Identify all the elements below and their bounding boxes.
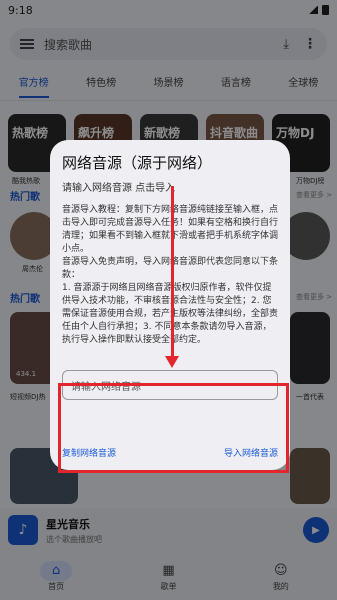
dialog-paragraph: 1. 音源源于网络且网络音源版权归原作者，软件仅提供导入技术功能，不审核音源合法… xyxy=(62,283,279,345)
dialog-paragraph: 音源导入免责声明，导入网络音源即代表您同意以下条款： xyxy=(62,257,279,280)
dialog-title: 网络音源（源于网络） xyxy=(62,154,213,172)
annotation-highlight-box xyxy=(58,383,289,473)
dialog-paragraph: 音源导入教程：复制下方网络音源纯链接至输入框，点击导入即可完成音源导入任务！如果… xyxy=(62,205,279,254)
annotation-arrow-head xyxy=(165,356,179,368)
dialog-subtitle: 请输入网络音源 点击导入 xyxy=(62,183,176,194)
dialog-body: 音源导入教程：复制下方网络音源纯链接至输入框，点击导入即可完成音源导入任务！如果… xyxy=(62,204,278,347)
annotation-arrow-line xyxy=(171,186,174,360)
